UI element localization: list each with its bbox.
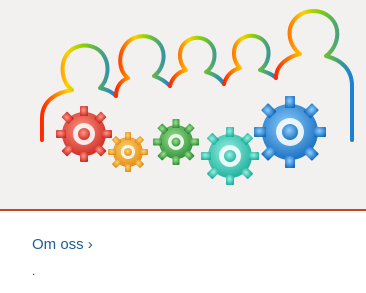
- gear-teal-icon: [201, 127, 259, 185]
- about-us-link[interactable]: Om oss ›: [32, 236, 93, 254]
- gear-orange-icon: [108, 132, 148, 172]
- gear-green-icon: [153, 119, 199, 165]
- chevron-right-icon: ›: [87, 236, 93, 253]
- about-us-link-label: Om oss: [32, 236, 84, 253]
- team-gears-illustration: [0, 0, 366, 209]
- gear-blue-icon: [254, 96, 326, 168]
- about-card[interactable]: Om oss › .: [0, 0, 366, 293]
- gear-red-icon: [56, 106, 112, 162]
- footnote-text: .: [32, 264, 36, 278]
- team-gears-svg: [40, 9, 354, 185]
- section-divider: [0, 209, 366, 211]
